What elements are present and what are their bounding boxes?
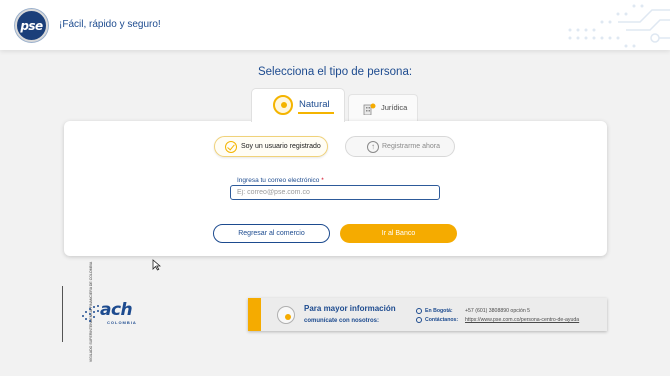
registered-user-label: Soy un usuario registrado — [241, 143, 321, 150]
email-label-text: Ingresa tu correo electrónico — [237, 177, 320, 184]
contact-label: Contáctanos: — [425, 317, 459, 323]
pse-logo-text: pse — [20, 18, 43, 33]
active-tab-indicator — [298, 112, 334, 114]
tab-natural[interactable]: Natural — [251, 88, 345, 122]
login-card: Soy un usuario registrado ↑ Registrarme … — [64, 121, 607, 256]
bogota-phone-row: En Bogotá: +57 (601) 3808890 opción 5 — [416, 308, 530, 314]
person-icon — [273, 95, 293, 115]
go-to-bank-button[interactable]: Ir al Banco — [340, 224, 457, 243]
info-subtitle: comunícate con nosotros: — [304, 318, 380, 324]
check-icon — [225, 140, 237, 153]
tagline: ¡Fácil, rápido y seguro! — [59, 19, 161, 30]
back-to-merchant-button[interactable]: Regresar al comercio — [213, 224, 330, 243]
bogota-label: En Bogotá: — [425, 308, 453, 314]
register-now-label: Registrarme ahora — [382, 143, 440, 150]
vigilado-badge: VIGILADO SUPERINTENDENCIA FINANCIERA DE … — [62, 262, 93, 362]
tab-juridica[interactable]: Jurídica — [348, 94, 418, 121]
register-now-option[interactable]: ↑ Registrarme ahora — [345, 136, 455, 157]
tab-juridica-label: Jurídica — [381, 103, 408, 112]
email-field[interactable] — [230, 185, 440, 200]
header-decoration-icon — [568, 4, 670, 48]
contact-info-banner: Para mayor información comunícate con no… — [248, 298, 607, 331]
contact-row: Contáctanos: https://www.pse.com.co/pers… — [416, 317, 579, 323]
chat-icon — [416, 317, 422, 323]
building-icon — [363, 103, 376, 115]
arrow-up-icon: ↑ — [367, 140, 379, 153]
mouse-cursor-icon — [152, 259, 161, 271]
pse-page: pse ¡Fácil, rápido y seguro! Selecciona … — [0, 0, 670, 376]
email-label: Ingresa tu correo electrónico * — [237, 177, 324, 184]
header: pse ¡Fácil, rápido y seguro! — [0, 0, 670, 50]
page-title: Selecciona el tipo de persona: — [257, 66, 413, 78]
support-icon — [277, 306, 295, 324]
ach-logo-subtitle: COLOMBIA — [107, 320, 137, 325]
info-title: Para mayor información — [304, 304, 396, 313]
ach-logo: ach — [100, 300, 133, 320]
tab-natural-label: Natural — [299, 99, 330, 110]
required-mark: * — [321, 177, 324, 184]
registered-user-option[interactable]: Soy un usuario registrado — [214, 136, 328, 157]
bogota-phone: +57 (601) 3808890 opción 5 — [465, 308, 531, 314]
help-center-link[interactable]: https://www.pse.com.co/persona-centro-de… — [465, 317, 579, 323]
phone-icon — [416, 308, 422, 314]
pse-logo[interactable]: pse — [15, 9, 48, 42]
